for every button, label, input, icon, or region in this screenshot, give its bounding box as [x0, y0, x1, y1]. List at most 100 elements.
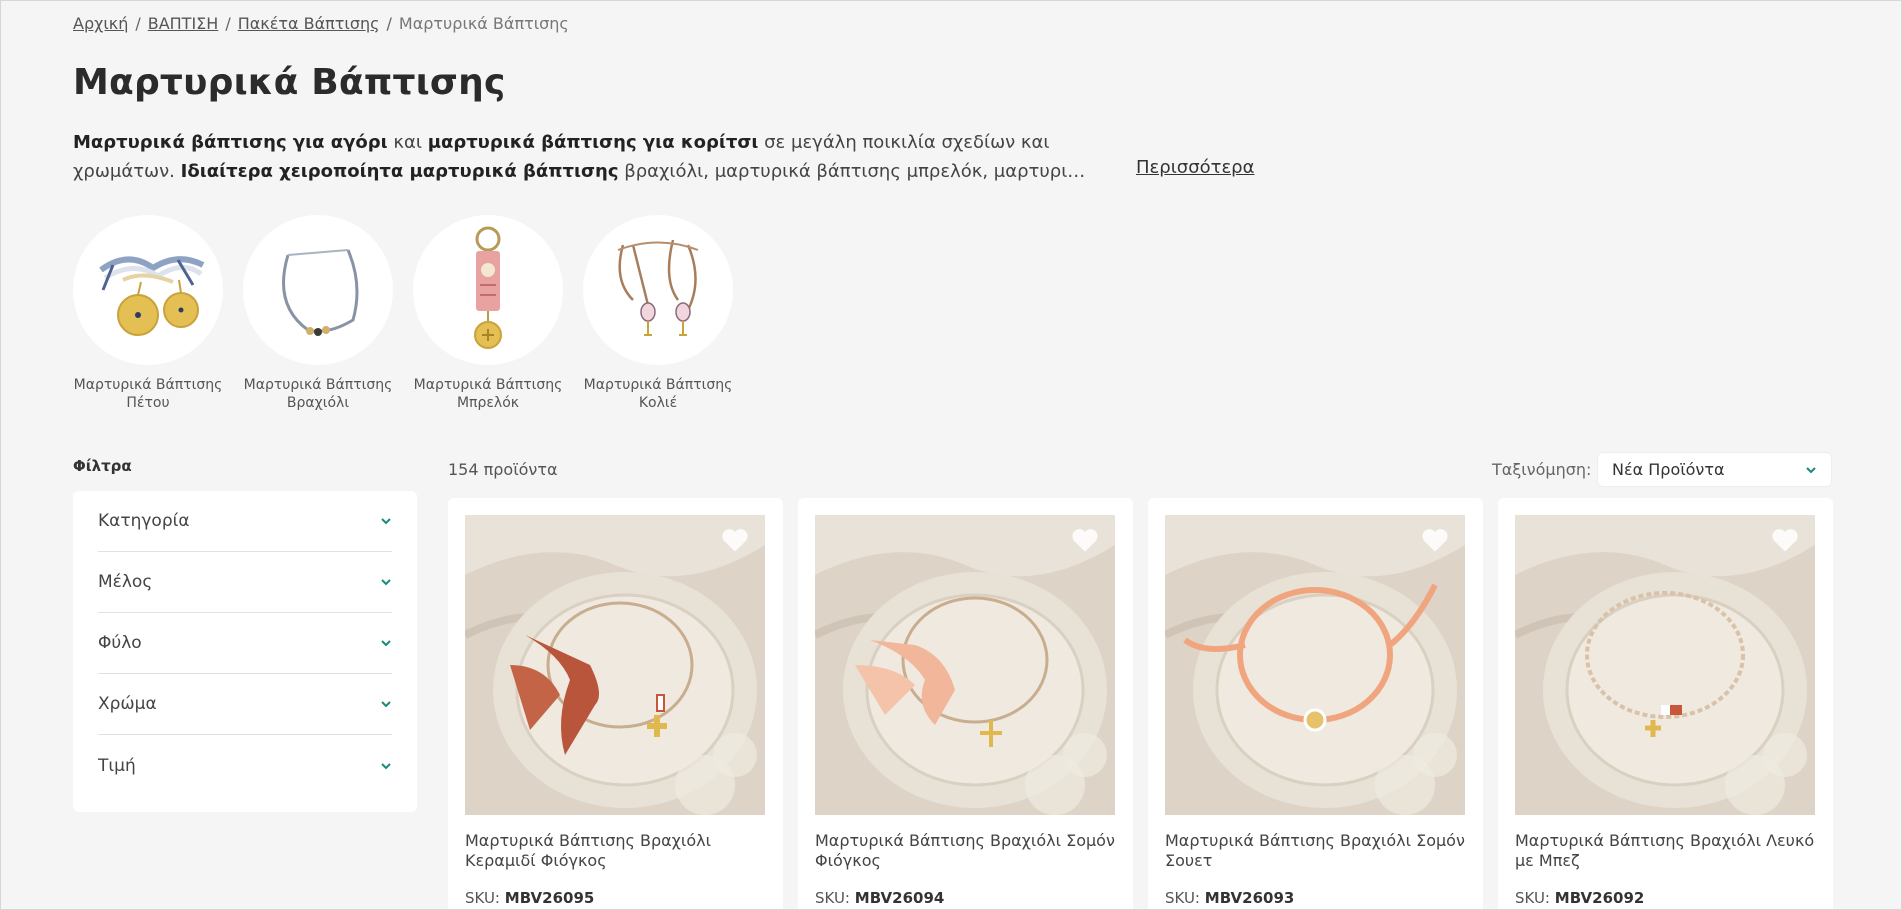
sku-label: SKU: — [1165, 889, 1200, 907]
category-label-line2: Βραχιόλι — [286, 395, 350, 411]
category-label: Μαρτυρικά Βάπτισης Κολιέ — [583, 376, 733, 412]
product-title[interactable]: Μαρτυρικά Βάπτισης Βραχιόλι Κεραμιδί Φιό… — [465, 831, 766, 871]
read-more-link[interactable]: Περισσότερα — [1136, 157, 1254, 178]
heart-icon[interactable] — [1421, 527, 1449, 553]
breadcrumb-home[interactable]: Αρχική — [73, 14, 128, 33]
product-grid: Μαρτυρικά Βάπτισης Βραχιόλι Κεραμιδί Φιό… — [448, 498, 1833, 910]
category-item-pins[interactable]: Μαρτυρικά Βάπτισης Πέτου — [73, 215, 223, 412]
product-sku: SKU: MBV26092 — [1515, 889, 1816, 907]
page-title: Μαρτυρικά Βάπτισης — [73, 62, 506, 103]
chevron-down-icon — [381, 640, 391, 647]
category-image — [413, 215, 563, 365]
heart-icon[interactable] — [1071, 527, 1099, 553]
filter-label: Κατηγορία — [98, 511, 190, 531]
coin-pin-icon — [99, 256, 205, 336]
filter-category[interactable]: Κατηγορία — [98, 491, 392, 552]
intro-text: Μαρτυρικά βάπτισης για αγόρι και μαρτυρι… — [73, 128, 1273, 186]
sku-label: SKU: — [465, 889, 500, 907]
breadcrumb-separator: / — [225, 14, 231, 33]
filter-label: Χρώμα — [98, 694, 157, 714]
sort-label: Ταξινόμηση: — [1492, 460, 1592, 479]
chevron-down-icon — [1806, 466, 1816, 473]
product-sku: SKU: MBV26094 — [815, 889, 1116, 907]
product-image[interactable] — [465, 515, 765, 815]
sku-label: SKU: — [1515, 889, 1550, 907]
breadcrumb: Αρχική / ΒΑΠΤΙΣΗ / Πακέτα Βάπτισης / Μαρτυρικά… — [73, 14, 569, 33]
category-list: Μαρτυρικά Βάπτισης Πέτου Μαρτυρικά Βάπτι… — [73, 215, 733, 412]
sku-value: MBV26093 — [1204, 889, 1295, 907]
category-item-bracelet[interactable]: Μαρτυρικά Βάπτισης Βραχιόλι — [243, 215, 393, 412]
filter-label: Μέλος — [98, 572, 153, 592]
category-label: Μαρτυρικά Βάπτισης Μπρελόκ — [413, 376, 563, 412]
category-label-line2: Μπρελόκ — [456, 395, 520, 411]
product-title[interactable]: Μαρτυρικά Βάπτισης Βραχιόλι Λευκό με Μπε… — [1515, 831, 1816, 871]
bracelet-photo — [1515, 515, 1815, 815]
category-label: Μαρτυρικά Βάπτισης Πέτου — [73, 376, 223, 412]
intro-text-part: χρωμάτων. — [73, 161, 181, 182]
heart-icon[interactable] — [1771, 527, 1799, 553]
category-label-line1: Μαρτυρικά Βάπτισης — [583, 377, 733, 393]
category-item-keychain[interactable]: Μαρτυρικά Βάπτισης Μπρελόκ — [413, 215, 563, 412]
bracelet-photo — [465, 515, 765, 815]
filters-panel: Κατηγορία Μέλος Φύλο Χρώμα Τιμή — [73, 491, 417, 812]
intro-bold-boy: Μαρτυρικά βάπτισης για αγόρι — [73, 132, 388, 153]
filter-price[interactable]: Τιμή — [98, 735, 392, 796]
category-label-line1: Μαρτυρικά Βάπτισης — [73, 377, 223, 393]
intro-line-2: χρωμάτων. Ιδιαίτερα χειροποίητα μαρτυρικ… — [73, 157, 1273, 186]
category-label-line2: Κολιέ — [638, 395, 678, 411]
product-image[interactable] — [1165, 515, 1465, 815]
chevron-down-icon — [381, 701, 391, 708]
product-title[interactable]: Μαρτυρικά Βάπτισης Βραχιόλι Σομόν Φιόγκο… — [815, 831, 1116, 871]
breadcrumb-current: Μαρτυρικά Βάπτισης — [398, 14, 569, 33]
heart-icon[interactable] — [721, 527, 749, 553]
product-card[interactable]: Μαρτυρικά Βάπτισης Βραχιόλι Λευκό με Μπε… — [1498, 498, 1833, 910]
product-card[interactable]: Μαρτυρικά Βάπτισης Βραχιόλι Κεραμιδί Φιό… — [448, 498, 783, 910]
filter-member[interactable]: Μέλος — [98, 552, 392, 613]
breadcrumb-separator: / — [135, 14, 141, 33]
bracelet-photo — [1165, 515, 1465, 815]
intro-text-part: βραχιόλι, μαρτυρικά βάπτισης μπρελόκ, μα… — [618, 161, 1086, 182]
necklace-icon — [617, 239, 699, 336]
category-item-necklace[interactable]: Μαρτυρικά Βάπτισης Κολιέ — [583, 215, 733, 412]
breadcrumb-separator: / — [386, 14, 392, 33]
keychain-icon — [474, 226, 502, 349]
product-card[interactable]: Μαρτυρικά Βάπτισης Βραχιόλι Σομόν Φιόγκο… — [798, 498, 1133, 910]
category-label-line2: Πέτου — [126, 395, 170, 411]
category-label-line1: Μαρτυρικά Βάπτισης — [243, 377, 393, 393]
filters-title: Φίλτρα — [73, 457, 132, 475]
sku-label: SKU: — [815, 889, 850, 907]
category-label: Μαρτυρικά Βάπτισης Βραχιόλι — [243, 376, 393, 412]
product-sku: SKU: MBV26093 — [1165, 889, 1466, 907]
category-image — [73, 215, 223, 365]
intro-bold-girl: μαρτυρικά βάπτισης για κορίτσι — [427, 132, 759, 153]
sku-value: MBV26092 — [1554, 889, 1645, 907]
product-count: 154 προϊόντα — [448, 460, 558, 479]
sort-value: Νέα Προϊόντα — [1612, 460, 1725, 479]
product-sku: SKU: MBV26095 — [465, 889, 766, 907]
product-image[interactable] — [1515, 515, 1815, 815]
breadcrumb-baptism[interactable]: ΒΑΠΤΙΣΗ — [148, 14, 219, 33]
bracelet-photo — [815, 515, 1115, 815]
chevron-down-icon — [381, 579, 391, 586]
filter-label: Φύλο — [98, 633, 142, 653]
intro-line-1: Μαρτυρικά βάπτισης για αγόρι και μαρτυρι… — [73, 128, 1273, 157]
category-image — [583, 215, 733, 365]
chevron-down-icon — [381, 518, 391, 525]
filter-color[interactable]: Χρώμα — [98, 674, 392, 735]
chevron-down-icon — [381, 762, 391, 769]
category-image — [243, 215, 393, 365]
category-label-line1: Μαρτυρικά Βάπτισης — [413, 377, 563, 393]
filter-gender[interactable]: Φύλο — [98, 613, 392, 674]
sku-value: MBV26094 — [854, 889, 945, 907]
breadcrumb-packages[interactable]: Πακέτα Βάπτισης — [238, 14, 380, 33]
intro-text-part: και — [387, 132, 428, 153]
filter-label: Τιμή — [98, 755, 136, 776]
intro-bold-handmade: Ιδιαίτερα χειροποίητα μαρτυρικά βάπτισης — [180, 161, 619, 182]
product-image[interactable] — [815, 515, 1115, 815]
product-title[interactable]: Μαρτυρικά Βάπτισης Βραχιόλι Σομόν Σουετ — [1165, 831, 1466, 871]
sort-select[interactable]: Νέα Προϊόντα — [1597, 452, 1832, 487]
intro-text-part: σε μεγάλη ποικιλία σχεδίων και — [758, 132, 1050, 153]
bracelet-icon — [282, 249, 359, 336]
sku-value: MBV26095 — [504, 889, 595, 907]
product-card[interactable]: Μαρτυρικά Βάπτισης Βραχιόλι Σομόν Σουετ … — [1148, 498, 1483, 910]
